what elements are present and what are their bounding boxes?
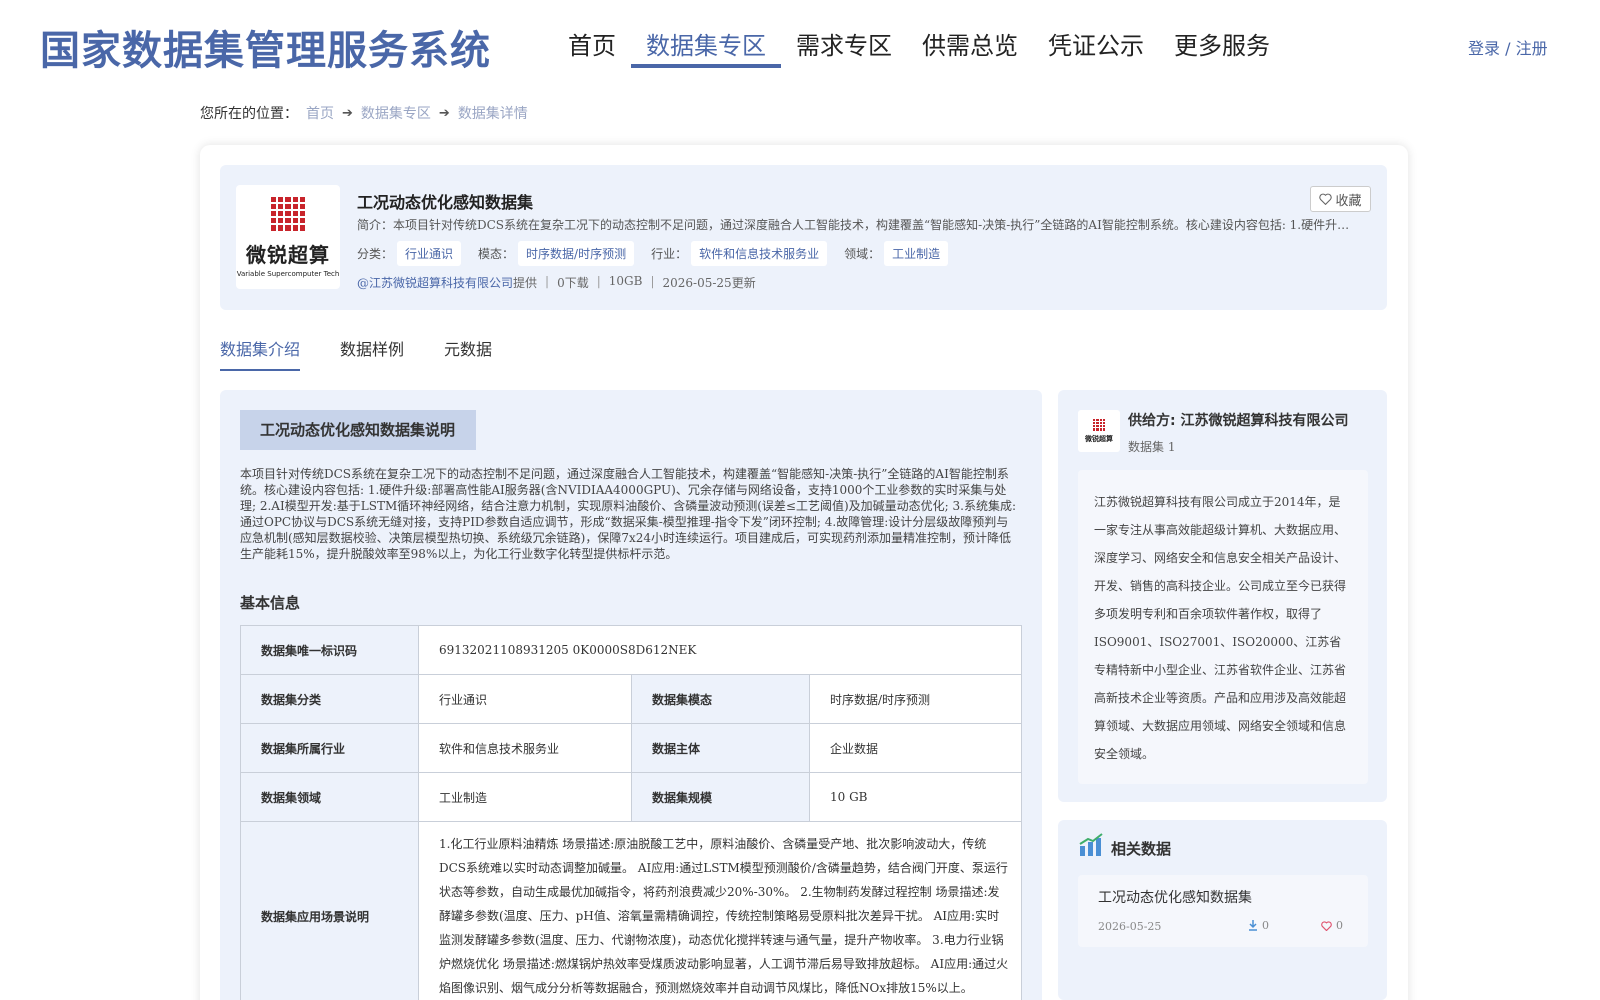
tag-label: 分类： — [357, 247, 394, 261]
arrow-right-icon: ➔ — [438, 105, 450, 121]
basic-info-title: 基本信息 — [240, 594, 301, 612]
login-register-link[interactable]: 登录 / 注册 — [1468, 35, 1548, 59]
basic-info-table: 数据集唯一标识码 69132021108931205 0K0000S8D612N… — [240, 625, 1022, 1000]
related-title: 相关数据 — [1111, 840, 1172, 858]
tag-label: 模态： — [478, 247, 515, 261]
tab-introduction[interactable]: 数据集介绍 — [220, 337, 301, 371]
related-data-card: 相关数据 工况动态优化感知数据集 2026-05-25 0 0 — [1058, 820, 1387, 1000]
related-item-likes: 0 — [1321, 919, 1343, 932]
related-item[interactable]: 工况动态优化感知数据集 2026-05-25 0 0 — [1078, 875, 1368, 947]
table-row: 数据集领域 工业制造 数据集规模 10 GB — [240, 772, 1022, 822]
heart-icon — [1319, 193, 1333, 205]
table-value: 软件和信息技术服务业 — [418, 723, 632, 773]
provider-avatar[interactable]: 微锐超算 — [1078, 410, 1120, 452]
table-key: 数据主体 — [631, 723, 810, 773]
provider-name[interactable]: 供给方: 江苏微锐超算科技有限公司 — [1128, 410, 1348, 430]
provider-link[interactable]: @江苏微锐超算科技有限公司 — [357, 274, 513, 291]
dataset-detail-card: 微锐超算 Variable Supercomputer Tech 工况动态优化感… — [200, 145, 1408, 1000]
table-row: 数据集所属行业 软件和信息技术服务业 数据主体 企业数据 — [240, 723, 1022, 773]
table-value: 1.化工行业原料油精炼 场景描述:原油脱酸工艺中，原料油酸价、含磷量受产地、批次… — [418, 821, 1022, 1000]
breadcrumb-prefix: 您所在的位置： — [200, 106, 298, 122]
nav-overview[interactable]: 供需总览 — [907, 28, 1033, 68]
provider-card: 微锐超算 供给方: 江苏微锐超算科技有限公司 数据集 1 江苏微锐超算科技有限公… — [1058, 390, 1387, 802]
table-key: 数据集所属行业 — [240, 723, 419, 773]
introduction-panel: 工况动态优化感知数据集说明 本项目针对传统DCS系统在复杂工况下的动态控制不足问… — [220, 390, 1042, 1000]
main-nav: 首页 数据集专区 需求专区 供需总览 凭证公示 更多服务 — [553, 28, 1285, 68]
logo-text: 微锐超算 — [1085, 434, 1113, 443]
heart-icon — [1321, 920, 1332, 931]
table-value: 行业通识 — [418, 674, 632, 724]
logo-grid-icon — [1093, 418, 1105, 431]
provided-suffix: 提供 — [513, 276, 538, 290]
like-count: 0 — [1336, 919, 1343, 932]
description-title: 工况动态优化感知数据集说明 — [240, 410, 476, 450]
tag-industry[interactable]: 软件和信息技术服务业 — [691, 241, 828, 266]
table-row: 数据集应用场景说明 1.化工行业原料油精炼 场景描述:原油脱酸工艺中，原料油酸价… — [240, 821, 1022, 1000]
tag-label: 领域： — [844, 247, 881, 261]
nav-home[interactable]: 首页 — [553, 28, 631, 68]
table-row: 数据集唯一标识码 69132021108931205 0K0000S8D612N… — [240, 625, 1022, 675]
table-key: 数据集模态 — [631, 674, 810, 724]
arrow-right-icon: ➔ — [342, 105, 353, 121]
favorite-label: 收藏 — [1335, 193, 1362, 209]
tag-category[interactable]: 行业通识 — [397, 241, 462, 266]
dataset-tags: 分类： 行业通识 模态： 时序数据/时序预测 行业： 软件和信息技术服务业 领域… — [357, 241, 965, 266]
provider-description: 江苏微锐超算科技有限公司成立于2014年，是一家专注从事高效能超级计算机、大数据… — [1078, 470, 1368, 784]
dataset-meta: @江苏微锐超算科技有限公司 提供 | 0下载 | 10GB | 2026-05-… — [357, 274, 756, 291]
related-item-title[interactable]: 工况动态优化感知数据集 — [1098, 887, 1252, 907]
breadcrumb-dataset-detail[interactable]: 数据集详情 — [458, 103, 528, 123]
site-title[interactable]: 国家数据集管理服务系统 — [40, 18, 491, 76]
logo-grid-icon — [271, 196, 305, 231]
nav-more-services[interactable]: 更多服务 — [1159, 28, 1285, 68]
dataset-size: 10GB — [608, 274, 643, 288]
table-key: 数据集规模 — [631, 772, 810, 822]
download-icon — [1249, 920, 1257, 931]
nav-demands[interactable]: 需求专区 — [781, 28, 907, 68]
breadcrumb-datasets[interactable]: 数据集专区 — [361, 103, 431, 123]
table-key: 数据集领域 — [240, 772, 419, 822]
table-value: 10 GB — [809, 772, 1022, 822]
separator: | — [545, 274, 550, 288]
logo-subtext: Variable Supercomputer Tech — [236, 269, 340, 278]
tag-label: 行业： — [651, 247, 688, 261]
nav-certificates[interactable]: 凭证公示 — [1033, 28, 1159, 68]
table-row: 数据集分类 行业通识 数据集模态 时序数据/时序预测 — [240, 674, 1022, 724]
tab-metadata[interactable]: 元数据 — [444, 337, 492, 371]
logo-text: 微锐超算 — [246, 242, 330, 267]
table-key: 数据集分类 — [240, 674, 419, 724]
download-count: 0下载 — [557, 276, 589, 290]
tab-samples[interactable]: 数据样例 — [340, 337, 404, 371]
table-key: 数据集唯一标识码 — [240, 625, 419, 675]
provider-logo: 微锐超算 Variable Supercomputer Tech — [236, 185, 340, 289]
breadcrumb-home[interactable]: 首页 — [306, 103, 334, 123]
dataset-summary: 微锐超算 Variable Supercomputer Tech 工况动态优化感… — [220, 165, 1387, 310]
favorite-button[interactable]: 收藏 — [1310, 186, 1371, 212]
dataset-intro: 简介：本项目针对传统DCS系统在复杂工况下的动态控制不足问题，通过深度融合人工智… — [357, 218, 1360, 232]
tag-domain[interactable]: 工业制造 — [884, 241, 949, 266]
nav-datasets[interactable]: 数据集专区 — [631, 28, 781, 68]
updated-date: 2026-05-25更新 — [662, 276, 756, 290]
breadcrumb: 您所在的位置： 首页 ➔ 数据集专区 ➔ 数据集详情 — [200, 103, 528, 123]
separator: | — [596, 274, 601, 288]
table-value: 企业数据 — [809, 723, 1022, 773]
related-item-downloads: 0 — [1248, 919, 1269, 932]
tag-modality[interactable]: 时序数据/时序预测 — [518, 241, 635, 266]
bar-chart-icon — [1079, 833, 1103, 856]
related-item-date: 2026-05-25 — [1098, 920, 1162, 933]
provider-dataset-count: 数据集 1 — [1128, 440, 1176, 454]
download-count: 0 — [1262, 919, 1269, 932]
table-value: 时序数据/时序预测 — [809, 674, 1022, 724]
separator: | — [650, 274, 655, 288]
table-key: 数据集应用场景说明 — [240, 821, 419, 1000]
header: 国家数据集管理服务系统 首页 数据集专区 需求专区 供需总览 凭证公示 更多服务… — [0, 0, 1600, 90]
detail-tabs: 数据集介绍 数据样例 元数据 — [220, 337, 492, 371]
description-text: 本项目针对传统DCS系统在复杂工况下的动态控制不足问题，通过深度融合人工智能技术… — [240, 467, 1017, 561]
dataset-title: 工况动态优化感知数据集 — [357, 193, 534, 212]
table-value: 工业制造 — [418, 772, 632, 822]
table-value: 69132021108931205 0K0000S8D612NEK — [418, 625, 1022, 675]
